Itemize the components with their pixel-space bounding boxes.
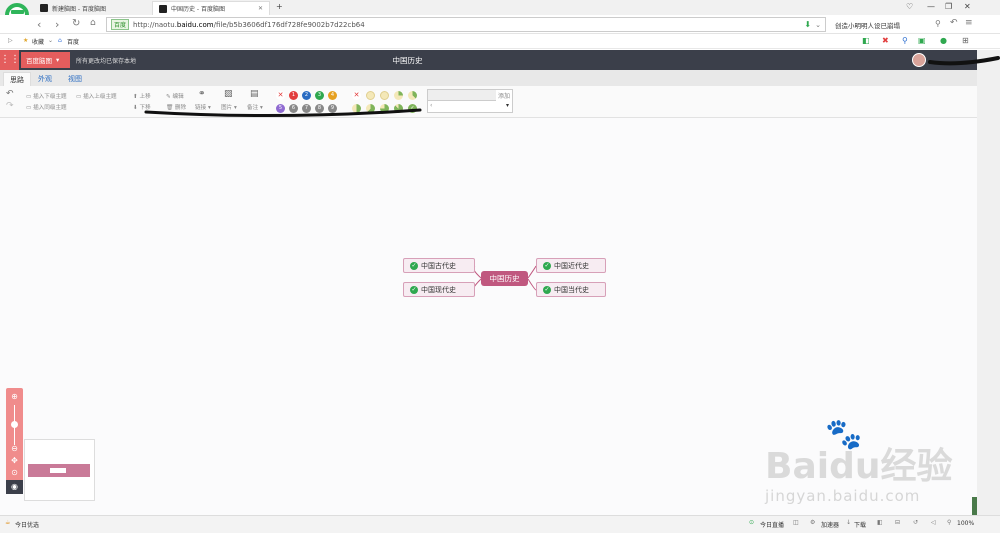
check-icon: ✓ — [543, 261, 551, 270]
live-icon: ⊙ — [749, 519, 755, 526]
zoom-slider-handle[interactable] — [11, 421, 18, 428]
status-zoom[interactable]: 100% — [957, 520, 974, 527]
right-gutter — [977, 50, 1000, 515]
fit-view-icon[interactable]: ⊙ — [9, 468, 20, 477]
check-icon: ✓ — [543, 285, 551, 294]
baidu-jingyan-watermark: Baidu经验 🐾 jingyan.baidu.com — [765, 417, 955, 505]
mindmap-node-contemporary[interactable]: ✓ 中国当代史 — [536, 282, 606, 297]
paw-icon: 🐾 — [825, 417, 863, 452]
refresh-icon[interactable]: ↺ — [913, 519, 918, 526]
zoom-out-icon[interactable]: ⊖ — [9, 444, 20, 453]
watermark-site: jingyan.baidu.com — [765, 487, 921, 505]
screenshot-icon[interactable]: ◫ — [793, 519, 799, 526]
recommend-icon: ☕ — [5, 519, 11, 526]
check-icon: ✓ — [410, 261, 418, 270]
minimap-root — [50, 468, 66, 473]
mindmap-root-node[interactable]: 中国历史 — [481, 271, 528, 286]
zoom-icon: ⚲ — [947, 519, 952, 526]
status-download[interactable]: 下载 — [854, 520, 866, 529]
window-icon[interactable]: ◧ — [877, 519, 883, 526]
check-icon: ✓ — [410, 285, 418, 294]
eye-icon[interactable]: ◉ — [6, 480, 23, 494]
mindmap-node-ancient[interactable]: ✓ 中国古代史 — [403, 258, 475, 273]
navigator-minimap[interactable] — [24, 439, 95, 501]
tile-icon[interactable]: ⊟ — [895, 519, 900, 526]
status-live[interactable]: 今日直播 — [760, 520, 784, 529]
status-today-pick[interactable]: 今日优选 — [15, 520, 39, 529]
accelerator-icon: ⚙ — [810, 519, 816, 526]
minimap-preview — [28, 464, 90, 477]
status-bar: ☕ 今日优选 ⊙ 今日直播 ◫ ⚙ 加速器 ↓ 下载 ◧ ⊟ ↺ ◁ ⚲ 100… — [0, 515, 1000, 533]
download-status-icon: ↓ — [846, 519, 852, 526]
move-icon[interactable]: ✥ — [9, 456, 20, 465]
annotation-scribble — [928, 56, 1000, 66]
status-accelerator[interactable]: 加速器 — [821, 520, 839, 529]
side-widget[interactable] — [972, 497, 977, 515]
zoom-in-icon[interactable]: ⊕ — [9, 392, 20, 401]
mute-icon[interactable]: ◁ — [931, 519, 936, 526]
mindmap-node-modern[interactable]: ✓ 中国现代史 — [403, 282, 475, 297]
zoom-panel: ⊕ ⊖ ✥ ⊙ ◉ — [6, 388, 23, 494]
mindmap-node-modern-early[interactable]: ✓ 中国近代史 — [536, 258, 606, 273]
